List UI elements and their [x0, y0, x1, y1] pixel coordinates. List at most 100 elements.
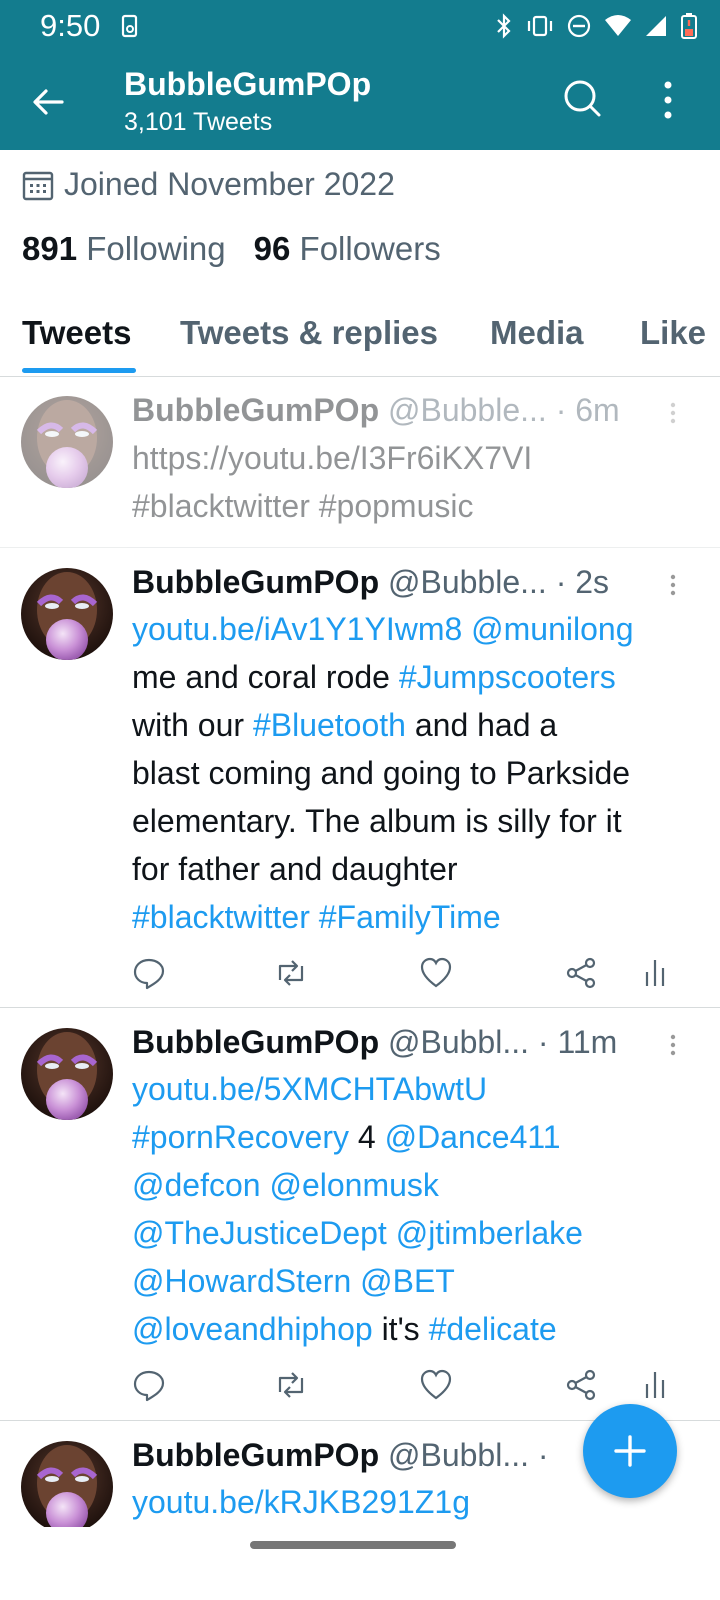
mention-link[interactable]: @defcon: [132, 1167, 261, 1203]
tweet-text-segment: me and coral rode: [132, 659, 399, 695]
avatar[interactable]: [21, 1028, 113, 1120]
avatar[interactable]: [21, 396, 113, 488]
tweet-author-name[interactable]: BubbleGumPOp: [132, 564, 379, 600]
tweet-text-line: @TheJusticeDept @jtimberlake: [132, 1209, 702, 1257]
tweet-timestamp: · 6m: [555, 392, 620, 428]
tweet-text-segment: 4: [349, 1119, 385, 1155]
url-link[interactable]: youtu.be/iAv1Y1YIwm8: [132, 611, 462, 647]
share-icon[interactable]: [564, 1368, 598, 1402]
avatar[interactable]: [21, 568, 113, 660]
profile-header: 9:50 BubbleGumPOp 3,101 Tweets: [0, 0, 720, 150]
active-tab-indicator: [22, 368, 136, 373]
hashtag-link[interactable]: #delicate: [429, 1311, 557, 1347]
followers-label: Followers: [299, 230, 441, 267]
hashtag-link[interactable]: #Bluetooth: [253, 707, 406, 743]
tweet-text-segment: with our: [132, 707, 253, 743]
analytics-icon[interactable]: [638, 956, 672, 990]
tweet-text-line: youtu.be/iAv1Y1YIwm8 @munilong: [132, 605, 702, 653]
mention-link[interactable]: @BET: [360, 1263, 455, 1299]
mention-link[interactable]: @loveandhiphop: [132, 1311, 373, 1347]
tweet-text-line: https://youtu.be/I3Fr6iKX7VI: [132, 434, 702, 482]
followers-count: 96: [253, 230, 291, 267]
tweet-text: youtu.be/iAv1Y1YIwm8 @munilong me and cor…: [132, 605, 702, 941]
followers-link[interactable]: 96 Followers: [254, 230, 441, 268]
joined-text: Joined November 2022: [64, 166, 395, 202]
signal-icon: [646, 16, 666, 36]
tab-likes[interactable]: Like: [640, 314, 706, 352]
tweet-timestamp: · 11m: [537, 1024, 618, 1060]
mention-link[interactable]: @munilong: [471, 611, 633, 647]
reply-icon[interactable]: [132, 956, 166, 990]
battery-low-icon: [681, 13, 697, 39]
profile-name-title: BubbleGumPOp: [124, 66, 372, 102]
retweet-icon[interactable]: [274, 1368, 308, 1402]
tweet-text-line: blast coming and going to Parkside: [132, 749, 702, 797]
tab-media[interactable]: Media: [490, 314, 584, 352]
following-link[interactable]: 891 Following: [22, 230, 226, 268]
tweet-timestamp: ·: [537, 1437, 549, 1473]
search-icon[interactable]: [562, 78, 602, 118]
status-icons: [494, 12, 698, 40]
mention-link[interactable]: @elonmusk: [269, 1167, 438, 1203]
tweet-author-name[interactable]: BubbleGumPOp: [132, 1024, 379, 1060]
url-link[interactable]: youtu.be/kRJKB291Z1g: [132, 1484, 470, 1520]
analytics-icon[interactable]: [638, 1368, 672, 1402]
tweet-menu-icon[interactable]: [670, 1034, 676, 1056]
do-not-disturb-icon: [567, 14, 591, 38]
tweet-menu-icon[interactable]: [670, 574, 676, 596]
vibrate-icon: [527, 15, 553, 37]
mention-link[interactable]: @jtimberlake: [396, 1215, 583, 1251]
hashtag-link[interactable]: #blacktwitter: [132, 899, 310, 935]
tweet-text-segment: [351, 1263, 360, 1299]
app-bar: BubbleGumPOp 3,101 Tweets: [0, 54, 720, 150]
tweet-text-line: elementary. The album is silly for it: [132, 797, 702, 845]
tweet-header: BubbleGumPOp @Bubbl... ·: [132, 1437, 549, 1474]
tweet-item[interactable]: BubbleGumPOp @Bubbl... · 11m youtu.be/5X…: [0, 1008, 720, 1421]
tweet-text-line: youtu.be/5XMCHTAbwtU: [132, 1065, 702, 1113]
tweet-menu-icon[interactable]: [670, 402, 676, 424]
tweet-item[interactable]: BubbleGumPOp @Bubble... · 6m https://you…: [0, 376, 720, 548]
tab-tweets-and-replies[interactable]: Tweets & replies: [180, 314, 438, 352]
tweet-item[interactable]: BubbleGumPOp @Bubble... · 2s youtu.be/iA…: [0, 548, 720, 1008]
tweet-author-handle: @Bubble...: [388, 392, 547, 428]
tweet-text-segment: blast coming and going to Parkside: [132, 755, 631, 791]
retweet-icon[interactable]: [274, 956, 308, 990]
mention-link[interactable]: @HowardStern: [132, 1263, 351, 1299]
like-heart-icon[interactable]: [419, 1368, 453, 1402]
gesture-navigation-bar[interactable]: [250, 1541, 456, 1549]
tweet-text-line: @defcon @elonmusk: [132, 1161, 702, 1209]
following-label: Following: [86, 230, 226, 267]
avatar[interactable]: [21, 1441, 113, 1527]
tweet-text-segment: and had a: [405, 707, 558, 743]
profile-tabs: Tweets Tweets & replies Media Like: [0, 300, 720, 377]
tweet-text-line: with our #Bluetooth and had a: [132, 701, 702, 749]
back-arrow-icon[interactable]: [30, 84, 66, 120]
hashtag-link[interactable]: #Jumpscooters: [399, 659, 616, 695]
share-icon[interactable]: [564, 956, 598, 990]
mention-link[interactable]: @Dance411: [385, 1119, 561, 1155]
tweet-text-line: #blacktwitter #popmusic: [132, 482, 702, 530]
tweet-timestamp: · 2s: [555, 564, 610, 600]
mention-link[interactable]: @TheJusticeDept: [132, 1215, 387, 1251]
hashtag-link[interactable]: #FamilyTime: [319, 899, 501, 935]
tweet-header: BubbleGumPOp @Bubble... · 6m: [132, 392, 620, 429]
follow-stats: 891 Following 96 Followers: [22, 230, 441, 268]
joined-date: Joined November 2022: [22, 166, 395, 203]
tweet-author-name[interactable]: BubbleGumPOp: [132, 392, 379, 428]
more-options-icon[interactable]: [662, 80, 674, 120]
compose-tweet-button[interactable]: [583, 1404, 677, 1498]
tweet-author-name[interactable]: BubbleGumPOp: [132, 1437, 379, 1473]
wifi-icon: [605, 15, 631, 36]
reply-icon[interactable]: [132, 1368, 166, 1402]
tweet-text-line: for father and daughter: [132, 845, 702, 893]
tab-tweets[interactable]: Tweets: [22, 314, 131, 352]
hashtag-link[interactable]: #pornRecovery: [132, 1119, 349, 1155]
like-heart-icon[interactable]: [419, 956, 453, 990]
bluetooth-icon: [497, 13, 511, 39]
status-time: 9:50: [40, 8, 101, 43]
status-bar: 9:50: [0, 0, 720, 54]
following-count: 891: [22, 230, 78, 267]
url-link[interactable]: youtu.be/5XMCHTAbwtU: [132, 1071, 487, 1107]
tweet-actions: [132, 956, 672, 992]
tweet-text: youtu.be/5XMCHTAbwtU #pornRecovery 4 @Dan…: [132, 1065, 702, 1353]
